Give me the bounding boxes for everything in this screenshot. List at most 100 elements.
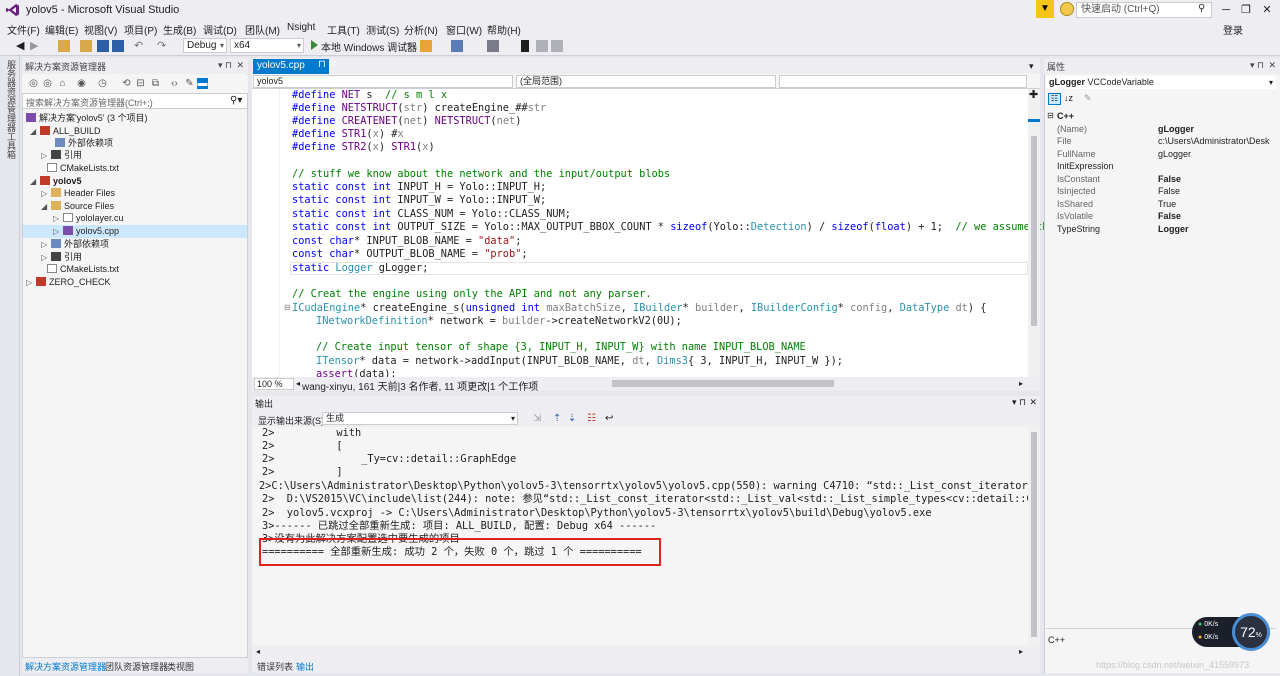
solution-config-select[interactable]: Debug ▾	[183, 38, 227, 53]
close-icon[interactable]: ✕	[236, 60, 244, 71]
restore-button[interactable]: ❐	[1236, 2, 1256, 18]
attach-icon[interactable]	[420, 40, 432, 52]
home-icon[interactable]: ⌂	[57, 78, 68, 89]
properties-object-select[interactable]: gLogger VCCodeVariable ▾	[1046, 76, 1276, 89]
scroll-right-icon[interactable]: ▸	[1019, 647, 1023, 656]
menu-tools[interactable]: 工具(T)	[327, 22, 360, 37]
menu-project[interactable]: 项目(P)	[124, 22, 157, 37]
output-scroll-thumb[interactable]	[1031, 432, 1037, 637]
tab-error-list[interactable]: 错误列表	[257, 660, 293, 673]
bookmark-prev-icon[interactable]	[536, 40, 548, 52]
alphabetical-icon[interactable]: ↓z	[1064, 93, 1073, 103]
prop-value[interactable]: Logger	[1158, 224, 1276, 234]
menu-team[interactable]: 团队(M)	[245, 22, 280, 37]
close-button[interactable]: ✕	[1257, 2, 1277, 18]
find-in-files-icon[interactable]	[451, 40, 463, 52]
properties-wrench-icon[interactable]: ✎	[184, 78, 195, 89]
pin-icon[interactable]: ▾ ⊓	[218, 60, 232, 71]
sync-icon[interactable]: ⟲	[121, 78, 132, 89]
codelens-info[interactable]: wang-xinyu, 161 天前|3 名作者, 11 项更改|1 个工作项	[302, 378, 538, 393]
previous-message-icon[interactable]: ⇡	[553, 413, 561, 424]
prop-value[interactable]: gLogger	[1158, 124, 1276, 134]
menu-file[interactable]: 文件(F)	[7, 22, 40, 37]
prop-value[interactable]: c:\Users\Administrator\Desk	[1158, 136, 1276, 146]
pin-icon[interactable]: ▾ ⊓	[1250, 60, 1264, 71]
clear-all-icon[interactable]: ☷	[587, 413, 596, 424]
tree-item-solution[interactable]: 解决方案'yolov5' (3 个项目)	[26, 112, 147, 125]
scroll-left-icon[interactable]: ◂	[296, 379, 300, 388]
tab-overflow-icon[interactable]: ▾	[1029, 61, 1034, 72]
output-source-select[interactable]: 生成 ▾	[322, 412, 518, 425]
vs-icon[interactable]: ◉	[76, 78, 87, 89]
forward-icon[interactable]: ◎	[42, 78, 53, 89]
menu-help[interactable]: 帮助(H)	[487, 22, 521, 37]
prop-value[interactable]: gLogger	[1158, 149, 1276, 159]
new-project-icon[interactable]	[58, 40, 70, 52]
pin-icon[interactable]: ▾ ⊓	[1012, 397, 1026, 408]
undo-icon[interactable]: ↶	[134, 40, 146, 52]
menu-debug[interactable]: 调试(D)	[203, 22, 237, 37]
open-file-icon[interactable]	[80, 40, 92, 52]
prop-value[interactable]: False	[1158, 174, 1276, 184]
preview-icon[interactable]: ▬	[197, 78, 208, 89]
tree-item-zero-check[interactable]: ▷ ZERO_CHECK	[26, 276, 111, 289]
menu-window[interactable]: 窗口(W)	[446, 22, 482, 37]
menu-test[interactable]: 测试(S)	[366, 22, 399, 37]
prop-value[interactable]: False	[1158, 211, 1276, 221]
notification-flag-icon[interactable]: ▼	[1036, 0, 1054, 18]
project-nav-select[interactable]: yolov5	[253, 75, 513, 88]
tree-item-references[interactable]: ▷ 引用	[41, 149, 82, 162]
chevron-down-icon[interactable]: ▾	[407, 40, 411, 49]
split-icon[interactable]: ✚	[1029, 88, 1038, 101]
tree-item-header-files[interactable]: ▷ Header Files	[41, 187, 115, 200]
output-horizontal-scrollbar[interactable]	[252, 645, 1040, 659]
save-icon[interactable]	[97, 40, 109, 52]
scroll-left-icon[interactable]: ◂	[256, 647, 260, 656]
property-pages-wrench-icon[interactable]: ✎	[1084, 93, 1092, 104]
categorized-icon[interactable]: ☷	[1048, 93, 1061, 105]
cpu-usage-gauge[interactable]: 72%	[1232, 613, 1270, 651]
bookmark-icon[interactable]	[521, 40, 529, 52]
scroll-right-icon[interactable]: ▸	[1019, 379, 1023, 388]
editor-scroll-thumb[interactable]	[1031, 136, 1037, 326]
prop-value[interactable]: True	[1158, 199, 1276, 209]
save-all-icon[interactable]	[112, 40, 124, 52]
start-debug-button[interactable]: 本地 Windows 调试器	[321, 39, 417, 54]
solution-search-input[interactable]: 搜索解决方案资源管理器(Ctrl+;)	[22, 93, 248, 109]
minimize-button[interactable]: ─	[1216, 2, 1236, 18]
show-all-files-icon[interactable]: ⧉	[150, 78, 161, 89]
tab-output[interactable]: 输出	[296, 660, 314, 673]
quick-launch-input[interactable]: 快速启动 (Ctrl+Q)	[1076, 2, 1212, 18]
scope-nav-select[interactable]: (全局范围)	[516, 75, 776, 88]
toolbox-tab[interactable]: 工具箱	[5, 132, 18, 159]
platform-select[interactable]: x64 ▾	[230, 38, 304, 53]
tab-class-view[interactable]: 类视图	[167, 660, 194, 673]
tree-item-cmakelists[interactable]: CMakeLists.txt	[47, 162, 119, 175]
menu-view[interactable]: 视图(V)	[84, 22, 117, 37]
feedback-smile-icon[interactable]	[1060, 2, 1074, 16]
tab-solution-explorer[interactable]: 解决方案资源管理器	[25, 660, 106, 673]
collapse-category-icon[interactable]: ⊟	[1047, 111, 1054, 120]
next-message-icon[interactable]: ⇣	[568, 413, 576, 424]
go-to-location-icon[interactable]: ⇲	[533, 413, 541, 424]
bookmark-next-icon[interactable]	[551, 40, 563, 52]
back-icon[interactable]: ◎	[28, 78, 39, 89]
start-debug-icon[interactable]	[311, 40, 318, 50]
tree-item-external-deps-2[interactable]: ▷ 外部依赖项	[41, 238, 109, 251]
menu-edit[interactable]: 编辑(E)	[45, 22, 78, 37]
prop-value[interactable]: False	[1158, 186, 1276, 196]
close-icon[interactable]: ✕	[1268, 60, 1276, 71]
tree-item-cmakelists-2[interactable]: CMakeLists.txt	[47, 263, 119, 276]
tree-item-yolov5-cpp[interactable]: ▷ yolov5.cpp	[53, 225, 119, 238]
menu-analyze[interactable]: 分析(N)	[404, 22, 438, 37]
collapse-region-icon[interactable]: ⊟	[284, 303, 291, 312]
back-icon[interactable]: ◀	[16, 40, 28, 52]
server-explorer-tab[interactable]: 服务器资源管理器	[5, 60, 18, 132]
tree-item-yololayer-cu[interactable]: ▷ yololayer.cu	[53, 212, 124, 225]
comment-icon[interactable]	[487, 40, 499, 52]
menu-nsight[interactable]: Nsight	[287, 22, 315, 33]
member-nav-select[interactable]	[779, 75, 1027, 88]
tab-team-explorer[interactable]: 团队资源管理器	[105, 660, 168, 673]
zoom-select[interactable]: 100 %	[254, 378, 294, 390]
collapse-icon[interactable]: ⊟	[135, 78, 146, 89]
